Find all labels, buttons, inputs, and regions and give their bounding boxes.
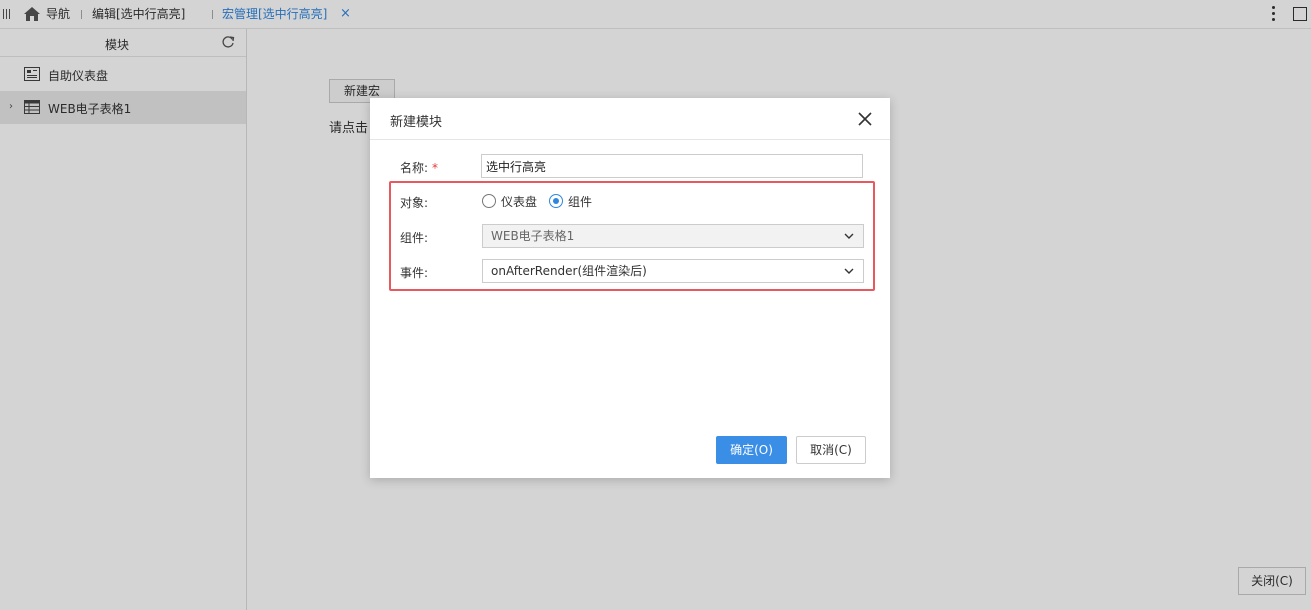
chevron-down-icon[interactable] (844, 267, 854, 275)
new-module-dialog: 新建模块 名称:* 对象: 仪表盘 组件 组件: WEB电子表格1 事件: on… (370, 98, 890, 478)
component-label: 组件: (400, 231, 429, 245)
dialog-header: 新建模块 (370, 98, 890, 140)
radio-dashboard[interactable] (482, 194, 496, 208)
component-select-value: WEB电子表格1 (491, 229, 575, 243)
ok-button[interactable]: 确定(O) (716, 436, 787, 464)
component-select: WEB电子表格1 (482, 224, 864, 248)
name-label: 名称: * (400, 161, 439, 175)
required-mark: * (432, 161, 439, 175)
radio-dashboard-label[interactable]: 仪表盘 (501, 193, 537, 210)
cancel-button[interactable]: 取消(C) (796, 436, 866, 464)
dialog-title: 新建模块 (390, 115, 443, 130)
event-label: 事件: (400, 266, 429, 280)
event-select[interactable]: onAfterRender(组件渲染后) (482, 259, 864, 283)
name-input[interactable] (481, 154, 863, 178)
radio-component[interactable] (549, 194, 563, 208)
event-select-value: onAfterRender(组件渲染后) (491, 264, 647, 278)
target-label: 对象: (400, 196, 429, 210)
radio-component-label[interactable]: 组件 (568, 193, 592, 210)
chevron-down-icon (844, 233, 854, 239)
close-icon[interactable] (858, 112, 872, 126)
